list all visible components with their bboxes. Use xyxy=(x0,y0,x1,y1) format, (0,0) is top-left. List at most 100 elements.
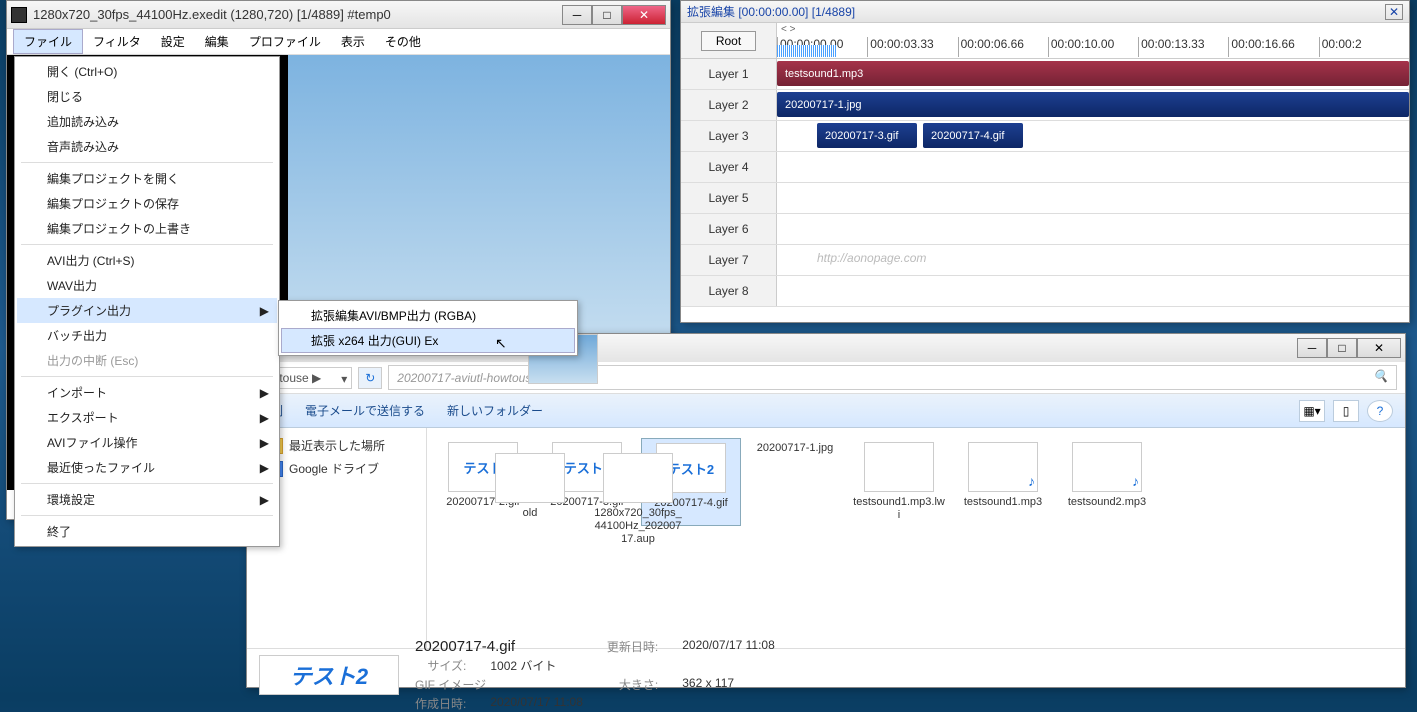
layer-label[interactable]: Layer 3 xyxy=(681,121,777,151)
refresh-button[interactable]: ↻ xyxy=(358,367,382,389)
menu-item[interactable]: 編集プロジェクトの上書き xyxy=(17,216,277,241)
layer-track[interactable]: http://aonopage.com xyxy=(777,245,1409,275)
main-title: 1280x720_30fps_44100Hz.exedit (1280,720)… xyxy=(33,7,562,22)
menu-item[interactable]: 出力の中断 (Esc) xyxy=(17,348,277,373)
timeline-row: Layer 1testsound1.mp3 xyxy=(681,59,1409,90)
menu-settings[interactable]: 設定 xyxy=(151,30,195,53)
menu-item[interactable]: 編集プロジェクトを開く xyxy=(17,166,277,191)
timeline-row: Layer 6 xyxy=(681,214,1409,245)
file-name: 20200717-1.jpg xyxy=(757,442,833,455)
menu-view[interactable]: 表示 xyxy=(331,30,375,53)
timeline-close-button[interactable]: ✕ xyxy=(1385,4,1403,20)
help-button[interactable]: ? xyxy=(1367,400,1393,422)
sidebar-item-gdrive[interactable]: Google ドライブ xyxy=(267,457,426,480)
menu-item[interactable]: WAV出力 xyxy=(17,273,277,298)
layer-track[interactable]: 20200717-1.jpg xyxy=(777,90,1409,120)
chevron-down-icon[interactable]: ▾ xyxy=(341,372,347,386)
submenu-item[interactable]: 拡張 x264 出力(GUI) Ex xyxy=(281,328,575,353)
menu-item[interactable]: 閉じる xyxy=(17,84,277,109)
file-thumb xyxy=(1072,442,1142,492)
clip-image[interactable]: 20200717-1.jpg xyxy=(777,92,1409,117)
menu-item[interactable]: 追加読み込み xyxy=(17,109,277,134)
timeline-row: Layer 320200717-3.gif20200717-4.gif xyxy=(681,121,1409,152)
menubar: ファイル フィルタ 設定 編集 プロファイル 表示 その他 xyxy=(7,29,670,55)
menu-profile[interactable]: プロファイル xyxy=(239,30,331,53)
menu-other[interactable]: その他 xyxy=(375,30,431,53)
layer-label[interactable]: Layer 4 xyxy=(681,152,777,182)
clip-audio[interactable]: testsound1.mp3 xyxy=(777,61,1409,86)
ruler-tick: 00:00:2 xyxy=(1319,37,1409,57)
explorer-toolbar: 印刷 電子メールで送信する 新しいフォルダー ▦▾ ▯ ? xyxy=(247,394,1405,428)
menu-file[interactable]: ファイル xyxy=(13,29,83,54)
main-titlebar[interactable]: 1280x720_30fps_44100Hz.exedit (1280,720)… xyxy=(7,1,670,29)
view-mode-button[interactable]: ▦▾ xyxy=(1299,400,1325,422)
preview-pane-button[interactable]: ▯ xyxy=(1333,400,1359,422)
sidebar-item-recent[interactable]: 最近表示した場所 xyxy=(267,434,426,457)
exp-close-button[interactable]: ✕ xyxy=(1357,338,1401,358)
chevron-right-icon: ▶ xyxy=(260,304,269,318)
menu-item[interactable]: 環境設定▶ xyxy=(17,487,277,512)
submenu-item[interactable]: 拡張編集AVI/BMP出力 (RGBA) xyxy=(281,303,575,328)
menu-item[interactable]: 最近使ったファイル▶ xyxy=(17,455,277,480)
timeline-ruler[interactable]: < > 00:00:00.0000:00:03.3300:00:06.6600:… xyxy=(777,23,1409,58)
timeline-row: Layer 220200717-1.jpg xyxy=(681,90,1409,121)
menu-item[interactable]: エクスポート▶ xyxy=(17,405,277,430)
menu-item[interactable]: AVIファイル操作▶ xyxy=(17,430,277,455)
layer-label[interactable]: Layer 8 xyxy=(681,276,777,306)
layer-label[interactable]: Layer 6 xyxy=(681,214,777,244)
layer-track[interactable] xyxy=(777,183,1409,213)
plugin-output-submenu: 拡張編集AVI/BMP出力 (RGBA)拡張 x264 出力(GUI) Ex xyxy=(278,300,578,356)
menu-item[interactable]: プラグイン出力▶ xyxy=(17,298,277,323)
file-item[interactable]: testsound1.mp3.lwi xyxy=(849,438,949,526)
file-item[interactable]: testsound1.mp3 xyxy=(953,438,1053,526)
minimize-button[interactable]: ─ xyxy=(562,5,592,25)
clip-image[interactable]: 20200717-4.gif xyxy=(923,123,1023,148)
menu-item[interactable]: 音声読み込み xyxy=(17,134,277,159)
layer-label[interactable]: Layer 1 xyxy=(681,59,777,89)
exp-minimize-button[interactable]: ─ xyxy=(1297,338,1327,358)
timeline-row: Layer 7http://aonopage.com xyxy=(681,245,1409,276)
layer-label[interactable]: Layer 5 xyxy=(681,183,777,213)
explorer-window: ─ □ ✕ owtouse ▶▾ ↻ 20200717-aviutl-howto… xyxy=(246,333,1406,688)
tb-email[interactable]: 電子メールで送信する xyxy=(305,402,425,419)
menu-edit[interactable]: 編集 xyxy=(195,30,239,53)
clip-image[interactable]: 20200717-3.gif xyxy=(817,123,917,148)
chevron-right-icon: ▶ xyxy=(260,386,269,400)
file-item[interactable]: testsound2.mp3 xyxy=(1057,438,1157,526)
ruler-tick: 00:00:06.66 xyxy=(958,37,1048,57)
tb-newfolder[interactable]: 新しいフォルダー xyxy=(447,402,543,419)
file-item[interactable]: 20200717-1.jpg xyxy=(745,438,845,526)
layer-label[interactable]: Layer 2 xyxy=(681,90,777,120)
file-item-stray-old[interactable]: old xyxy=(480,449,580,551)
timeline-titlebar[interactable]: 拡張編集 [00:00:00.00] [1/4889] ✕ xyxy=(681,1,1409,23)
explorer-nav: owtouse ▶▾ ↻ 20200717-aviutl-howtouseの..… xyxy=(247,362,1405,394)
app-icon xyxy=(11,7,27,23)
menu-item[interactable]: 編集プロジェクトの保存 xyxy=(17,191,277,216)
timeline-title: 拡張編集 [00:00:00.00] [1/4889] xyxy=(687,3,1385,20)
layer-track[interactable] xyxy=(777,152,1409,182)
menu-filter[interactable]: フィルタ xyxy=(83,30,151,53)
chevron-right-icon: ▶ xyxy=(260,411,269,425)
maximize-button[interactable]: □ xyxy=(592,5,622,25)
exp-maximize-button[interactable]: □ xyxy=(1327,338,1357,358)
layer-track[interactable]: testsound1.mp3 xyxy=(777,59,1409,89)
ruler-tick: 00:00:10.00 xyxy=(1048,37,1138,57)
close-button[interactable]: ✕ xyxy=(622,5,666,25)
layer-track[interactable]: 20200717-3.gif20200717-4.gif xyxy=(777,121,1409,151)
menu-item[interactable]: AVI出力 (Ctrl+S) xyxy=(17,248,277,273)
layer-track[interactable] xyxy=(777,214,1409,244)
menu-item[interactable]: バッチ出力 xyxy=(17,323,277,348)
layer-track[interactable] xyxy=(777,276,1409,306)
file-thumb xyxy=(495,453,565,503)
file-item-stray-aup[interactable]: 1280x720_30fps_44100Hz_20200717.aup xyxy=(588,449,688,551)
ruler-tick: 00:00:13.33 xyxy=(1138,37,1228,57)
menu-item[interactable]: インポート▶ xyxy=(17,380,277,405)
file-menu: 開く (Ctrl+O)閉じる追加読み込み音声読み込み編集プロジェクトを開く編集プ… xyxy=(14,56,280,547)
root-button[interactable]: Root xyxy=(701,31,756,51)
zoom-indicator[interactable]: < > xyxy=(781,24,795,35)
layer-label[interactable]: Layer 7 xyxy=(681,245,777,275)
file-thumb xyxy=(968,442,1038,492)
menu-item[interactable]: 終了 xyxy=(17,519,277,544)
ruler-tick: 00:00:03.33 xyxy=(867,37,957,57)
menu-item[interactable]: 開く (Ctrl+O) xyxy=(17,59,277,84)
